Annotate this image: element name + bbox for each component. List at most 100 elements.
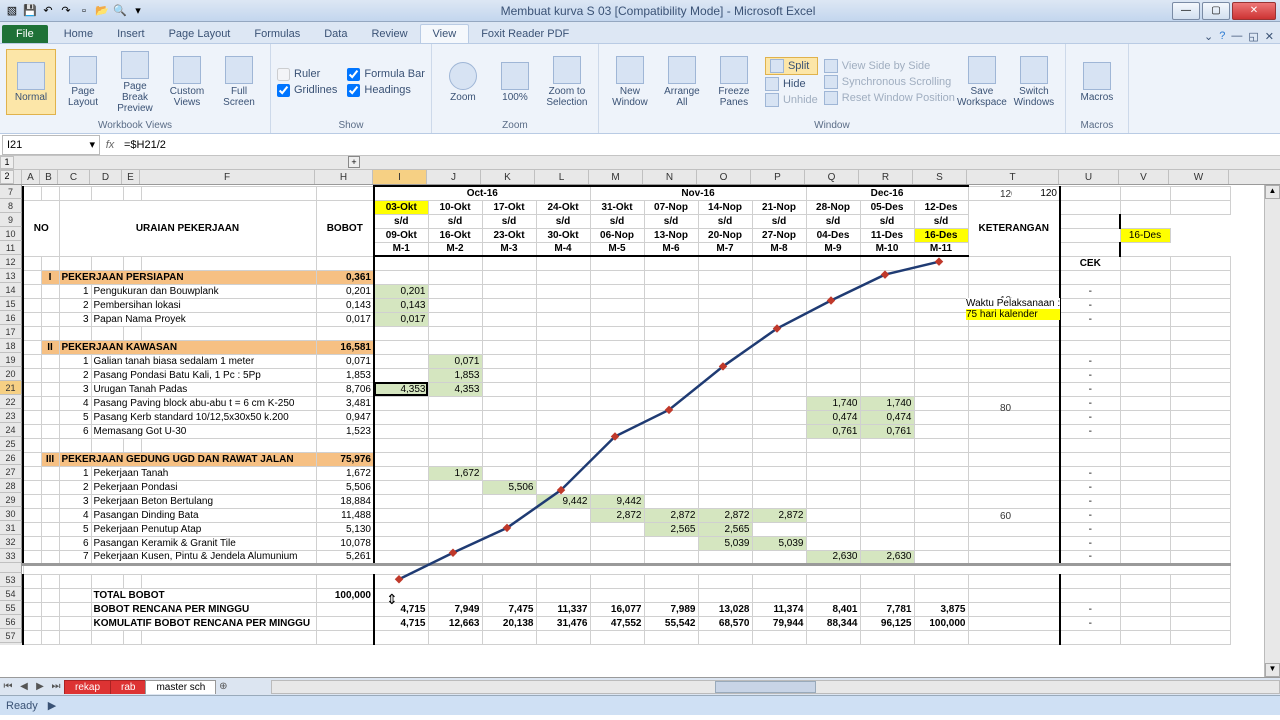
scroll-thumb[interactable] bbox=[715, 681, 816, 693]
tab-review[interactable]: Review bbox=[359, 25, 419, 43]
reset-position-button[interactable]: Reset Window Position bbox=[824, 91, 955, 105]
worksheet-grid[interactable]: 7891011121314151617181920212223242526272… bbox=[0, 185, 1280, 677]
switch-windows-button[interactable]: Switch Windows bbox=[1009, 49, 1059, 115]
col-header-M[interactable]: M bbox=[589, 170, 643, 184]
tab-view[interactable]: View bbox=[420, 24, 470, 43]
zoom-button[interactable]: Zoom bbox=[438, 49, 488, 115]
col-header-K[interactable]: K bbox=[481, 170, 535, 184]
row-header[interactable]: 57 bbox=[0, 629, 22, 643]
sync-scroll-button[interactable]: Synchronous Scrolling bbox=[824, 75, 955, 89]
row-header[interactable]: 29 bbox=[0, 493, 22, 507]
print-preview-icon[interactable]: 🔍 bbox=[112, 3, 128, 19]
col-header-U[interactable]: U bbox=[1059, 170, 1119, 184]
zoom-selection-button[interactable]: Zoom to Selection bbox=[542, 49, 592, 115]
col-header-F[interactable]: F bbox=[140, 170, 315, 184]
tab-file[interactable]: File bbox=[2, 25, 48, 43]
row-header[interactable]: 23 bbox=[0, 409, 22, 423]
normal-view-button[interactable]: Normal bbox=[6, 49, 56, 115]
col-header-B[interactable]: B bbox=[40, 170, 58, 184]
row-header[interactable]: 21 bbox=[0, 381, 22, 395]
col-header-J[interactable]: J bbox=[427, 170, 481, 184]
col-header-D[interactable]: D bbox=[90, 170, 122, 184]
tab-nav-first[interactable]: ⏮ bbox=[0, 681, 16, 692]
row-header[interactable]: 18 bbox=[0, 339, 22, 353]
outline-level-1[interactable]: 1 bbox=[0, 156, 14, 169]
row-header[interactable]: 31 bbox=[0, 521, 22, 535]
tab-data[interactable]: Data bbox=[312, 25, 359, 43]
row-header[interactable]: 10 bbox=[0, 227, 22, 241]
gridlines-checkbox[interactable]: Gridlines bbox=[277, 84, 337, 97]
ribbon-minimize-icon[interactable]: ⌄ bbox=[1204, 30, 1213, 43]
col-header-W[interactable]: W bbox=[1169, 170, 1229, 184]
col-header-T[interactable]: T bbox=[967, 170, 1059, 184]
sheet-tab-rab[interactable]: rab bbox=[110, 680, 146, 694]
row-header[interactable]: 22 bbox=[0, 395, 22, 409]
horizontal-scrollbar[interactable] bbox=[271, 680, 1280, 694]
row-header[interactable]: 8 bbox=[0, 199, 22, 213]
col-header-I[interactable]: I bbox=[373, 170, 427, 184]
ruler-checkbox[interactable]: Ruler bbox=[277, 68, 337, 81]
row-header[interactable]: 17 bbox=[0, 325, 22, 339]
formula-input[interactable]: =$H21/2 bbox=[118, 139, 1280, 151]
page-break-button[interactable]: Page Break Preview bbox=[110, 49, 160, 115]
row-header[interactable]: 55 bbox=[0, 601, 22, 615]
col-header-S[interactable]: S bbox=[913, 170, 967, 184]
row-header[interactable]: 54 bbox=[0, 587, 22, 601]
row-header[interactable]: 13 bbox=[0, 269, 22, 283]
sheet-tab-master[interactable]: master sch bbox=[145, 680, 216, 694]
sheet-tab-rekap[interactable]: rekap bbox=[64, 680, 111, 694]
row-header[interactable]: 12 bbox=[0, 255, 22, 269]
col-header-R[interactable]: R bbox=[859, 170, 913, 184]
new-icon[interactable]: ▫ bbox=[76, 3, 92, 19]
row-header[interactable]: 14 bbox=[0, 283, 22, 297]
tab-formulas[interactable]: Formulas bbox=[242, 25, 312, 43]
col-header-E[interactable]: E bbox=[122, 170, 140, 184]
qat-more-icon[interactable]: ▾ bbox=[130, 3, 146, 19]
save-workspace-button[interactable]: Save Workspace bbox=[957, 49, 1007, 115]
col-header-A[interactable]: A bbox=[22, 170, 40, 184]
freeze-panes-button[interactable]: Freeze Panes bbox=[709, 49, 759, 115]
tab-page-layout[interactable]: Page Layout bbox=[157, 25, 243, 43]
tab-foxit[interactable]: Foxit Reader PDF bbox=[469, 25, 581, 43]
side-by-side-button[interactable]: View Side by Side bbox=[824, 59, 955, 73]
row-header[interactable]: 25 bbox=[0, 437, 22, 451]
formula-bar-checkbox[interactable]: Formula Bar bbox=[347, 68, 425, 81]
arrange-all-button[interactable]: Arrange All bbox=[657, 49, 707, 115]
fx-icon[interactable]: fx bbox=[102, 139, 118, 151]
page-layout-button[interactable]: Page Layout bbox=[58, 49, 108, 115]
open-icon[interactable]: 📂 bbox=[94, 3, 110, 19]
tab-home[interactable]: Home bbox=[52, 25, 105, 43]
maximize-button[interactable]: ▢ bbox=[1202, 2, 1230, 20]
workbook-restore-icon[interactable]: ◱ bbox=[1248, 30, 1258, 43]
full-screen-button[interactable]: Full Screen bbox=[214, 49, 264, 115]
help-icon[interactable]: ? bbox=[1219, 30, 1225, 43]
row-header[interactable]: 32 bbox=[0, 535, 22, 549]
col-header-L[interactable]: L bbox=[535, 170, 589, 184]
name-box[interactable]: I21▾ bbox=[2, 135, 100, 155]
close-button[interactable]: ✕ bbox=[1232, 2, 1276, 20]
row-header[interactable]: 30 bbox=[0, 507, 22, 521]
scroll-up-icon[interactable]: ▲ bbox=[1265, 185, 1280, 199]
scroll-down-icon[interactable]: ▼ bbox=[1265, 663, 1280, 677]
col-header-P[interactable]: P bbox=[751, 170, 805, 184]
row-header[interactable]: 11 bbox=[0, 241, 22, 255]
new-window-button[interactable]: New Window bbox=[605, 49, 655, 115]
macro-record-icon[interactable]: ▶ bbox=[48, 699, 56, 712]
row-header[interactable]: 7 bbox=[0, 185, 22, 199]
vertical-scrollbar[interactable]: ▲ ▼ bbox=[1264, 185, 1280, 677]
row-header[interactable]: 33 bbox=[0, 549, 22, 563]
col-header-C[interactable]: C bbox=[58, 170, 90, 184]
col-header-V[interactable]: V bbox=[1119, 170, 1169, 184]
undo-icon[interactable]: ↶ bbox=[40, 3, 56, 19]
namebox-dropdown-icon[interactable]: ▾ bbox=[89, 138, 95, 151]
row-header[interactable]: 20 bbox=[0, 367, 22, 381]
redo-icon[interactable]: ↷ bbox=[58, 3, 74, 19]
split-button[interactable]: Split bbox=[765, 57, 818, 75]
tab-insert[interactable]: Insert bbox=[105, 25, 157, 43]
hide-button[interactable]: Hide bbox=[765, 77, 818, 91]
workbook-minimize-icon[interactable]: — bbox=[1231, 30, 1242, 43]
row-header[interactable]: 53 bbox=[0, 573, 22, 587]
minimize-button[interactable]: — bbox=[1172, 2, 1200, 20]
col-header-H[interactable]: H bbox=[315, 170, 373, 184]
tab-nav-next[interactable]: ▶ bbox=[32, 681, 48, 692]
